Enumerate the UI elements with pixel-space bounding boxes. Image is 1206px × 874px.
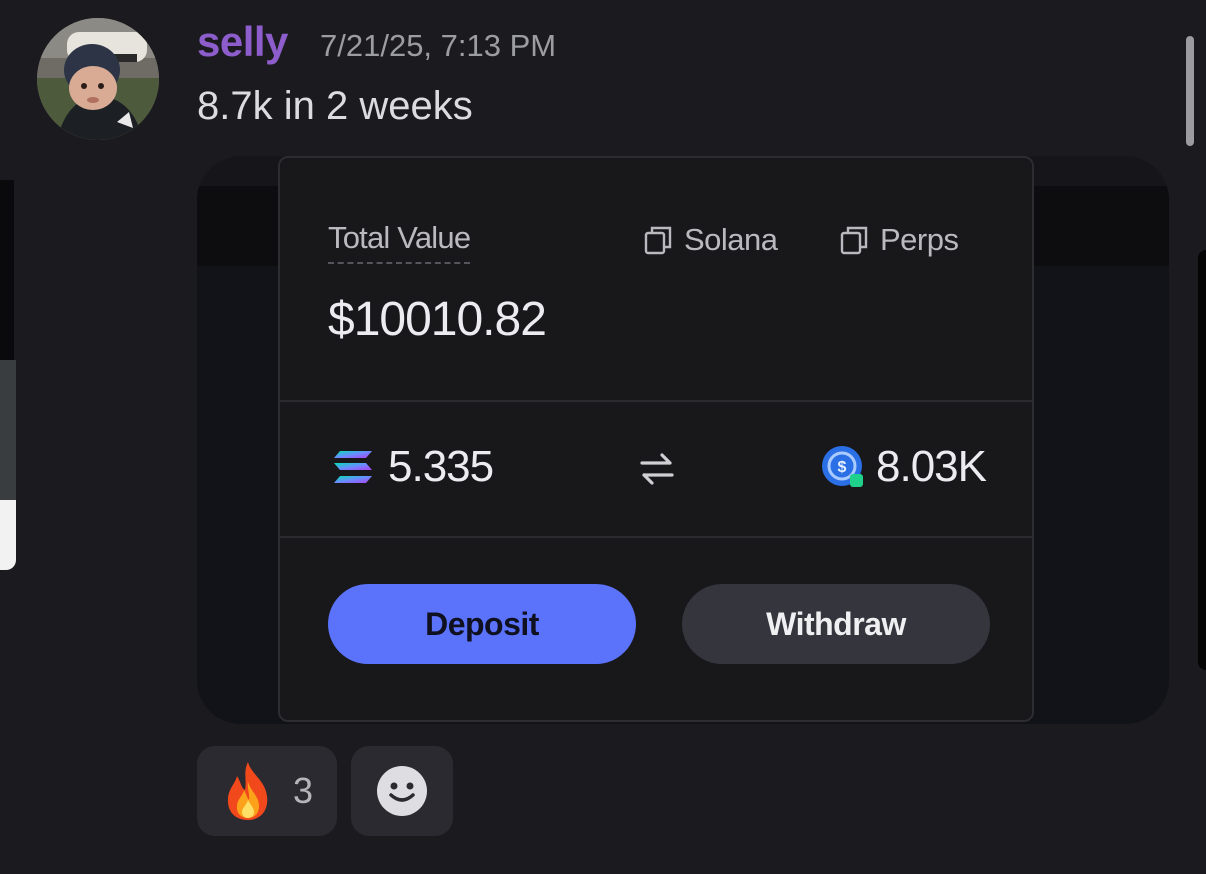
fire-emoji bbox=[227, 762, 268, 820]
usd-amount: 8.03K bbox=[876, 442, 987, 491]
copy-icon bbox=[644, 226, 672, 255]
adjacent-panel-edge bbox=[0, 500, 16, 570]
balance-row: 5.335 $ 8.03K bbox=[280, 402, 1032, 536]
timestamp: 7/21/25, 7:13 PM bbox=[320, 28, 557, 63]
username[interactable]: selly bbox=[197, 18, 288, 66]
solana-icon bbox=[334, 451, 372, 483]
total-value-label: Total Value bbox=[328, 220, 471, 264]
divider bbox=[280, 536, 1032, 538]
add-reaction-icon bbox=[377, 766, 427, 816]
reaction-count: 3 bbox=[292, 770, 314, 811]
chat-view: selly 7/21/25, 7:13 PM 8.7k in 2 weeks T… bbox=[0, 0, 1206, 874]
copy-icon bbox=[840, 226, 868, 255]
total-value-amount: $10010.82 bbox=[328, 293, 547, 346]
perps-tag[interactable]: Perps bbox=[840, 222, 959, 258]
adjacent-panel-edge bbox=[1198, 250, 1206, 670]
swap-icon[interactable] bbox=[638, 450, 676, 488]
wallet-card: Total Value Solana Perps $10010.82 5.335… bbox=[278, 156, 1034, 722]
avatar-image bbox=[37, 18, 159, 140]
svg-text:$: $ bbox=[838, 459, 847, 476]
withdraw-button[interactable]: Withdraw bbox=[682, 584, 990, 664]
add-reaction-button[interactable] bbox=[351, 746, 453, 836]
deposit-button[interactable]: Deposit bbox=[328, 584, 636, 664]
perps-tag-label: Perps bbox=[880, 222, 959, 257]
reaction-fire[interactable]: 3 bbox=[197, 746, 337, 836]
message-text: 8.7k in 2 weeks bbox=[197, 84, 473, 128]
solana-tag[interactable]: Solana bbox=[644, 222, 778, 258]
solana-tag-label: Solana bbox=[684, 222, 778, 257]
sol-amount: 5.335 bbox=[388, 442, 494, 491]
scrollbar-thumb[interactable] bbox=[1186, 36, 1194, 146]
adjacent-panel-edge bbox=[0, 360, 16, 500]
usd-coin-icon: $ bbox=[822, 446, 864, 487]
avatar[interactable] bbox=[37, 18, 159, 140]
usd-balance: $ 8.03K bbox=[820, 442, 987, 492]
sol-balance: 5.335 bbox=[332, 442, 494, 492]
